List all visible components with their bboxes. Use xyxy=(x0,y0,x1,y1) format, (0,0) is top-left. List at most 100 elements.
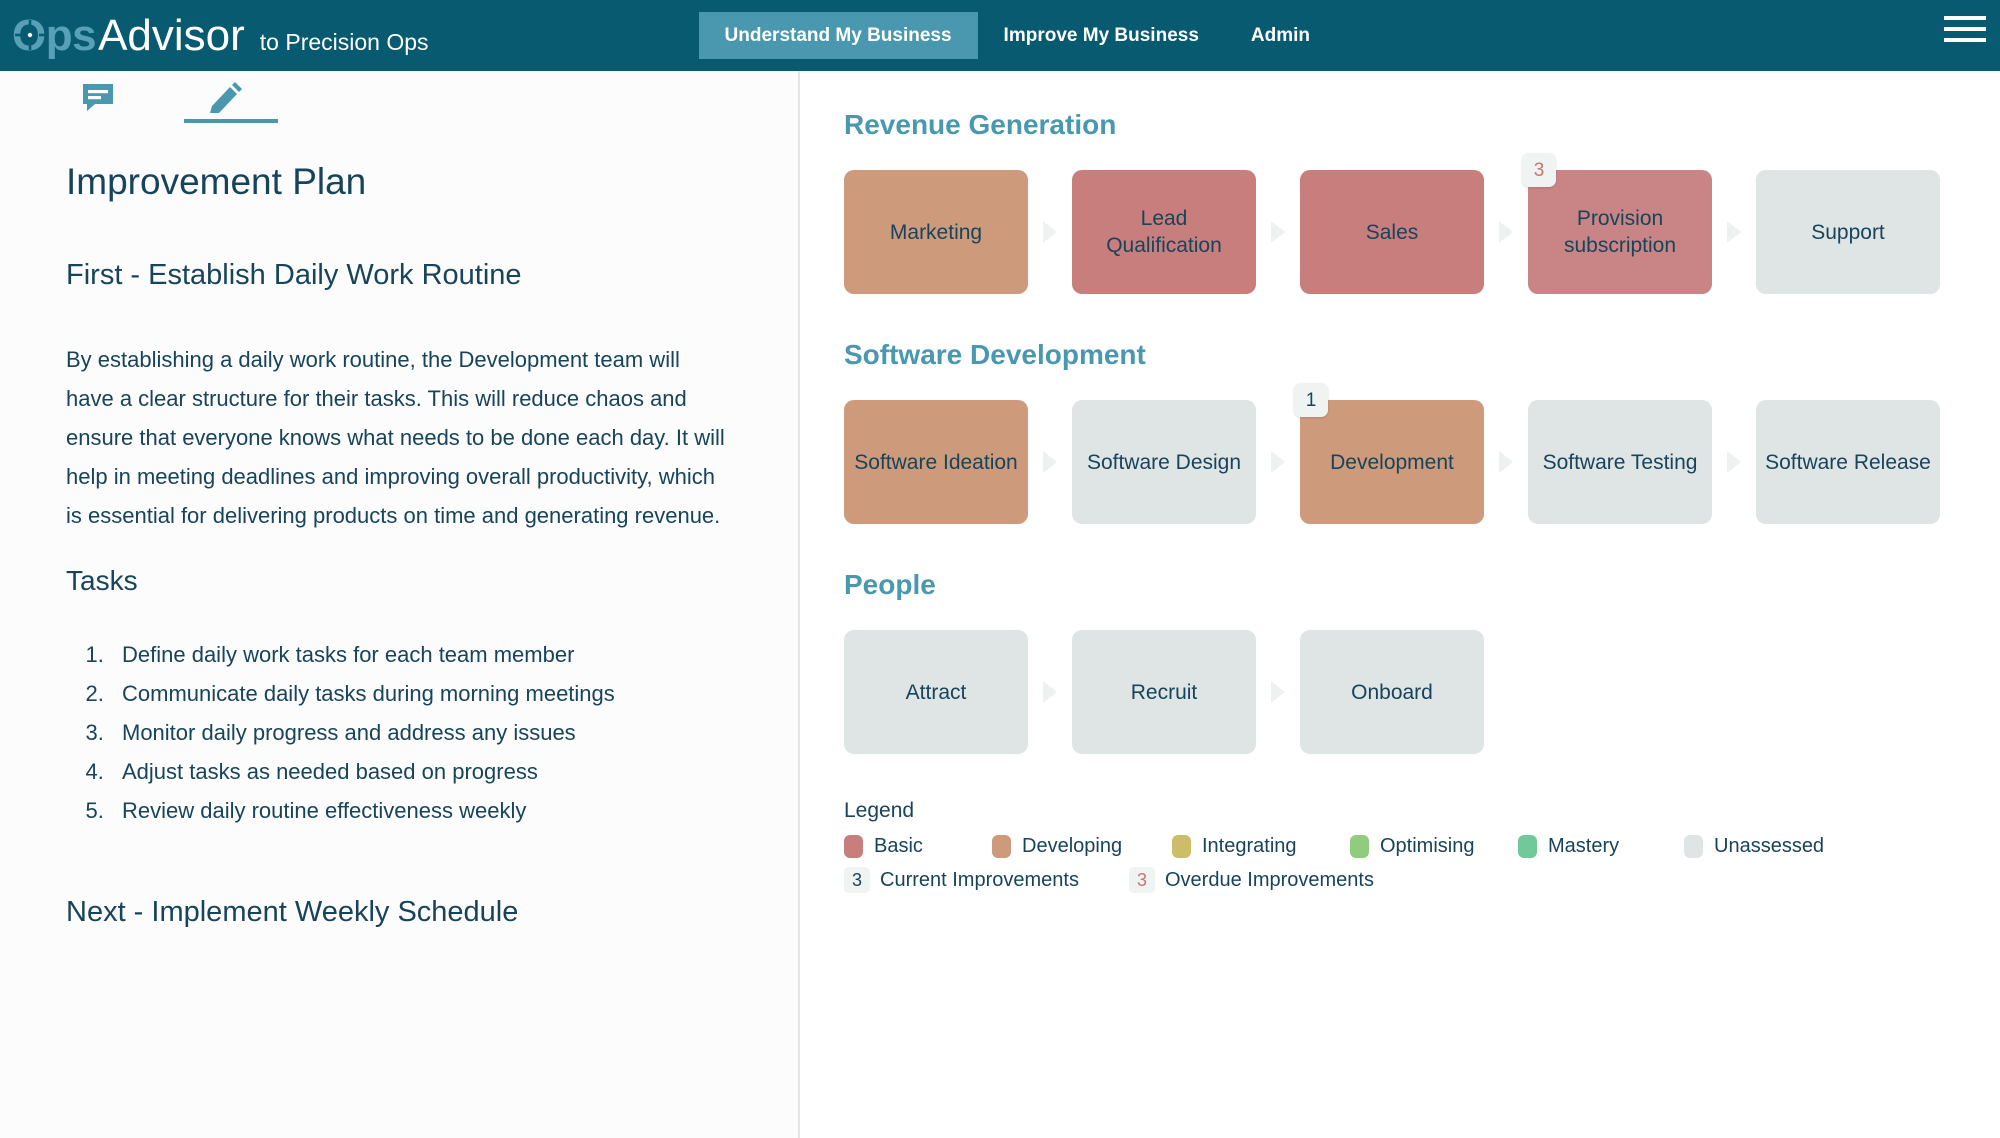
node-box[interactable]: Onboard xyxy=(1300,630,1484,754)
node-box[interactable]: Sales xyxy=(1300,170,1484,294)
legend-item-current-improvements: 3 Current Improvements xyxy=(844,867,1129,893)
node-onboard[interactable]: Onboard xyxy=(1300,630,1484,754)
legend-title: Legend xyxy=(844,799,915,822)
brand-ops-text: Ops xyxy=(12,10,97,60)
node-box[interactable]: Provision subscription xyxy=(1528,170,1712,294)
legend-badge-overdue: 3 xyxy=(1129,867,1155,893)
legend-item-unassessed: Unassessed xyxy=(1684,835,1824,858)
hamburger-menu-icon[interactable] xyxy=(1944,12,1986,46)
section-title: Software Development xyxy=(844,339,1146,370)
tab-comments[interactable] xyxy=(34,71,162,123)
flow-arrow-icon xyxy=(1484,450,1528,474)
node-box[interactable]: Attract xyxy=(844,630,1028,754)
legend-swatch-integrating xyxy=(1172,835,1191,858)
node-sales[interactable]: Sales xyxy=(1300,170,1484,294)
node-development[interactable]: 1 Development xyxy=(1294,383,1484,524)
node-box[interactable]: Recruit xyxy=(1072,630,1256,754)
legend-label: Basic xyxy=(874,835,923,857)
node-recruit[interactable]: Recruit xyxy=(1072,630,1256,754)
page-title: Improvement Plan xyxy=(66,161,367,202)
node-box[interactable]: Software Testing xyxy=(1528,400,1712,524)
flow-arrow-icon xyxy=(1028,450,1072,474)
brand-tagline: to Precision Ops xyxy=(259,28,429,55)
legend-badge-current: 3 xyxy=(844,867,870,893)
status-badge[interactable]: 3 xyxy=(1522,153,1556,187)
node-software-design[interactable]: Software Design xyxy=(1072,400,1256,524)
legend-label: Developing xyxy=(1022,835,1123,857)
legend-label: Overdue Improvements xyxy=(1165,868,1374,891)
flow-arrow-icon xyxy=(1484,220,1528,244)
comment-icon xyxy=(83,84,113,111)
legend-row-maturity: Basic Developing Integrating Optimising … xyxy=(844,835,1958,858)
top-navigation-bar: Ops Advisor to Precision Ops Understand … xyxy=(0,0,2000,71)
brand-advisor-text: Advisor xyxy=(98,10,245,60)
legend-label: Unassessed xyxy=(1714,835,1825,857)
node-provision-subscription[interactable]: 3 Provision subscription xyxy=(1522,153,1712,294)
improvement-plan-panel: Improvement Plan First - Establish Daily… xyxy=(0,71,800,1138)
legend-swatch-developing xyxy=(992,835,1011,858)
value-chain-panel: Revenue Generation Marketing Lead Qualif… xyxy=(802,71,2000,1138)
list-item: Monitor daily progress and address any i… xyxy=(110,713,746,752)
tab-edit[interactable] xyxy=(162,71,290,123)
pencil-icon xyxy=(210,82,242,113)
legend-swatch-mastery xyxy=(1518,835,1537,858)
node-box[interactable]: Software Design xyxy=(1072,400,1256,524)
section-subtitle: First - Establish Daily Work Routine xyxy=(66,259,522,291)
node-box[interactable]: Support xyxy=(1756,170,1940,294)
legend-row-improvements: 3 Current Improvements 3 Overdue Improve… xyxy=(844,867,1958,893)
legend-label: Mastery xyxy=(1548,835,1620,857)
node-software-ideation[interactable]: Software Ideation xyxy=(844,400,1028,524)
flow-arrow-icon xyxy=(1028,680,1072,704)
tasks-list: Define daily work tasks for each team me… xyxy=(110,635,746,830)
section-title: People xyxy=(844,569,936,600)
legend-label: Optimising xyxy=(1380,835,1475,857)
node-box[interactable]: Lead Qualification xyxy=(1072,170,1256,294)
improvement-plan-content: Improvement Plan First - Establish Daily… xyxy=(0,123,798,929)
legend: Legend Basic Developing Integrating Opti… xyxy=(844,799,1958,893)
legend-label: Integrating xyxy=(1202,835,1297,857)
nav-item-admin[interactable]: Admin xyxy=(1225,12,1336,59)
status-badge[interactable]: 1 xyxy=(1294,383,1328,417)
flow-arrow-icon xyxy=(1256,450,1300,474)
tasks-heading: Tasks xyxy=(66,565,138,596)
section-software-development: Software Development Software Ideation S… xyxy=(844,339,1958,524)
section-revenue-generation: Revenue Generation Marketing Lead Qualif… xyxy=(844,109,1958,294)
section-people: People Attract Recruit Onboard xyxy=(844,569,1958,754)
node-support[interactable]: Support xyxy=(1756,170,1940,294)
legend-label: Current Improvements xyxy=(880,868,1079,891)
list-item: Communicate daily tasks during morning m… xyxy=(110,674,746,713)
flow-arrow-icon xyxy=(1256,220,1300,244)
legend-item-basic: Basic xyxy=(844,835,992,858)
section-title: Revenue Generation xyxy=(844,109,1117,140)
next-step-heading: Next - Implement Weekly Schedule xyxy=(66,896,519,928)
legend-swatch-basic xyxy=(844,835,863,858)
flow-arrow-icon xyxy=(1028,220,1072,244)
node-box[interactable]: Development xyxy=(1300,400,1484,524)
flow-arrow-icon xyxy=(1712,220,1756,244)
node-box[interactable]: Software Ideation xyxy=(844,400,1028,524)
flow-arrow-icon xyxy=(1256,680,1300,704)
legend-item-overdue-improvements: 3 Overdue Improvements xyxy=(1129,867,1374,893)
section-paragraph: By establishing a daily work routine, th… xyxy=(66,347,725,528)
node-lead-qualification[interactable]: Lead Qualification xyxy=(1072,170,1256,294)
list-item: Adjust tasks as needed based on progress xyxy=(110,752,746,791)
nav-item-understand-my-business[interactable]: Understand My Business xyxy=(698,12,978,59)
node-box[interactable]: Marketing xyxy=(844,170,1028,294)
legend-swatch-optimising xyxy=(1350,835,1369,858)
node-software-testing[interactable]: Software Testing xyxy=(1528,400,1712,524)
brand-logo[interactable]: Ops Advisor to Precision Ops xyxy=(12,11,429,61)
main-nav: Understand My Business Improve My Busine… xyxy=(698,0,1336,71)
node-box[interactable]: Software Release xyxy=(1756,400,1940,524)
flow-row: Attract Recruit Onboard xyxy=(844,630,1958,754)
panel-tab-bar xyxy=(0,71,798,123)
node-software-release[interactable]: Software Release xyxy=(1756,400,1940,524)
nav-item-improve-my-business[interactable]: Improve My Business xyxy=(978,12,1225,59)
node-marketing[interactable]: Marketing xyxy=(844,170,1028,294)
list-item: Review daily routine effectiveness weekl… xyxy=(110,791,746,830)
node-attract[interactable]: Attract xyxy=(844,630,1028,754)
legend-item-integrating: Integrating xyxy=(1172,835,1350,858)
legend-item-optimising: Optimising xyxy=(1350,835,1518,858)
legend-item-mastery: Mastery xyxy=(1518,835,1684,858)
legend-item-developing: Developing xyxy=(992,835,1172,858)
flow-row: Marketing Lead Qualification Sales 3 Pro… xyxy=(844,153,1958,294)
